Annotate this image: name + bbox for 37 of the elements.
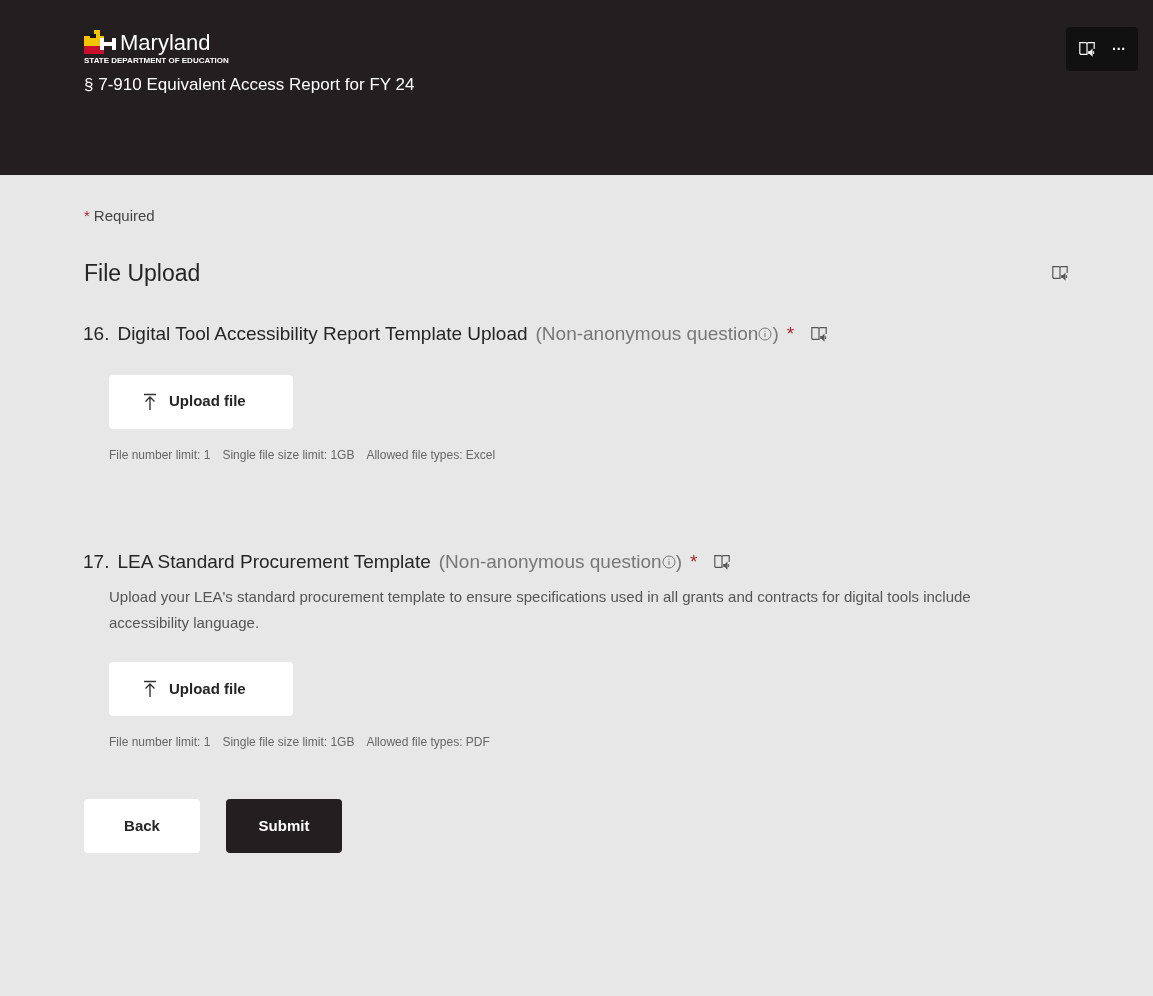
file-limit-text: File number limit: 1: [109, 734, 211, 751]
file-limit-text: File number limit: 1: [109, 446, 211, 464]
upload-icon: [143, 680, 157, 698]
required-label: Required: [93, 206, 155, 226]
submit-button[interactable]: Submit: [226, 799, 342, 853]
question-note: (Non-anonymous question: [535, 322, 759, 346]
question-description: Upload your LEA's standard procurement template to ensure specifications used in all grants and contracts for digital tools include accessibility language.: [108, 587, 972, 633]
question-title: Digital Tool Accessibility Report Template Upload: [117, 322, 528, 346]
section-title: File Upload: [84, 258, 201, 288]
upload-file-button[interactable]: Upload file: [109, 662, 293, 716]
info-icon[interactable]: [661, 554, 676, 569]
immersive-reader-icon[interactable]: [713, 552, 732, 571]
file-limit-text: Allowed file types: Excel: [366, 446, 496, 464]
info-icon[interactable]: [758, 327, 773, 342]
logo-icon: [84, 30, 116, 54]
required-mark: *: [689, 549, 698, 574]
immersive-reader-icon[interactable]: [810, 325, 829, 344]
question-note: (Non-anonymous question: [438, 549, 662, 574]
form-title: § 7-910 Equivalent Access Report for FY 24: [84, 74, 415, 96]
question-title: LEA Standard Procurement Template: [117, 549, 431, 574]
question-note-close: ): [772, 322, 779, 346]
file-limit-text: Single file size limit: 1GB: [222, 734, 355, 751]
upload-icon: [143, 392, 157, 411]
more-button[interactable]: ···: [1112, 38, 1126, 60]
question-note-close: ): [675, 549, 682, 574]
immersive-reader-icon[interactable]: [1078, 40, 1096, 58]
question-number: 17.: [83, 549, 110, 574]
logo-name: Maryland: [120, 32, 211, 54]
logo-subtitle: STATE DEPARTMENT OF EDUCATION: [84, 56, 230, 66]
back-button[interactable]: Back: [84, 799, 200, 853]
required-mark: *: [84, 206, 90, 226]
upload-file-button[interactable]: Upload file: [109, 374, 293, 429]
file-limit-text: Allowed file types: PDF: [366, 734, 490, 751]
required-mark: *: [786, 322, 795, 346]
immersive-reader-icon[interactable]: [1051, 263, 1069, 282]
question-number: 16.: [83, 322, 110, 346]
file-limit-text: Single file size limit: 1GB: [222, 446, 355, 464]
